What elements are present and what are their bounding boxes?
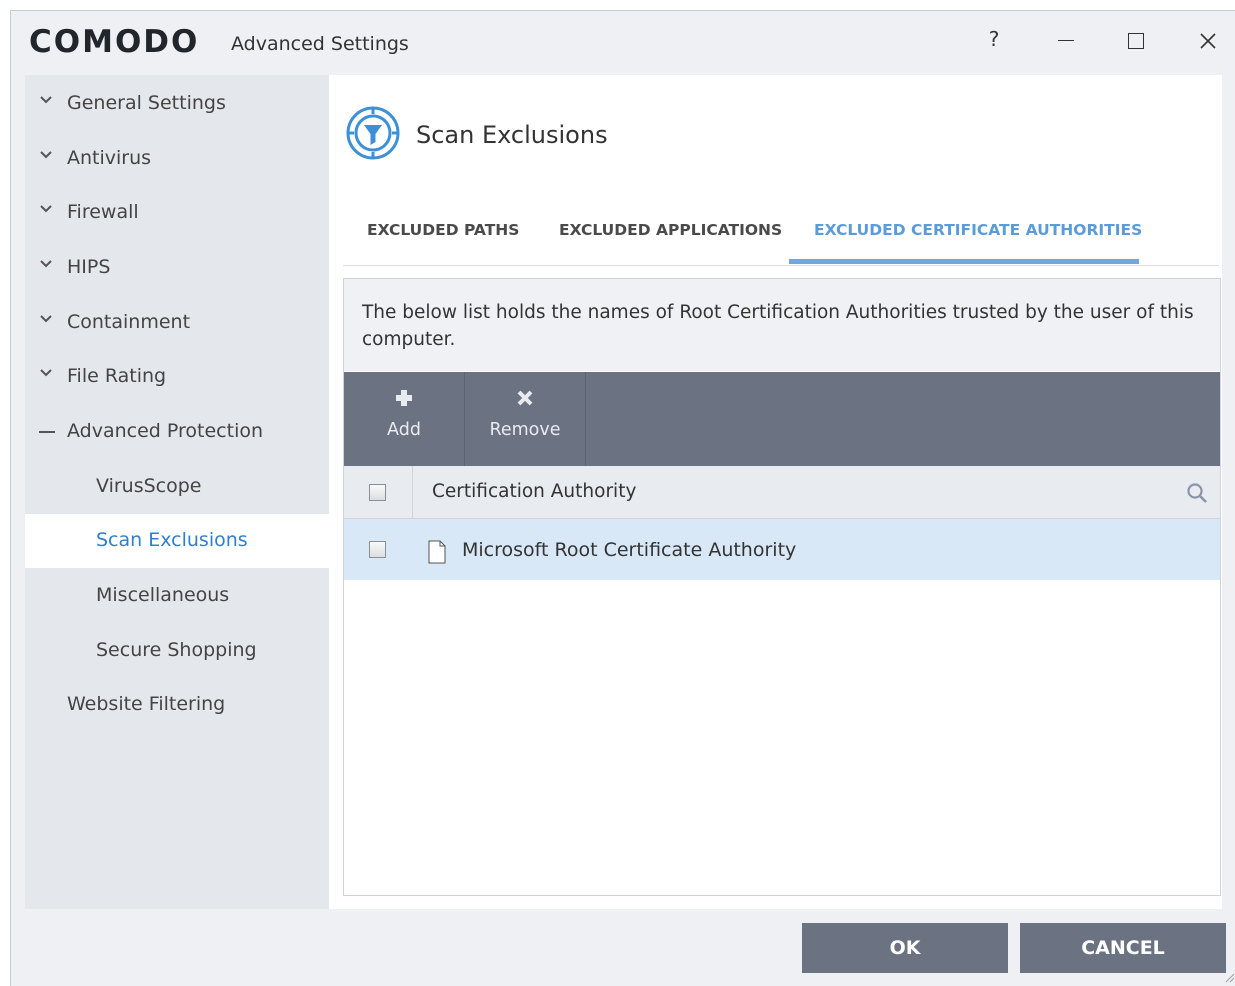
- page-title: Scan Exclusions: [416, 121, 608, 149]
- sidebar-item-secure-shopping[interactable]: Secure Shopping: [25, 624, 329, 678]
- sidebar-item-label: Firewall: [67, 201, 139, 223]
- table-header: Certification Authority: [344, 466, 1220, 519]
- scan-exclusions-icon: [346, 106, 400, 160]
- resize-grip-icon[interactable]: [1223, 971, 1235, 983]
- exclusions-content: The below list holds the names of Root C…: [343, 278, 1221, 896]
- sidebar-item-antivirus[interactable]: Antivirus: [25, 132, 329, 186]
- sidebar-item-label: VirusScope: [96, 475, 202, 497]
- description-text: The below list holds the names of Root C…: [362, 302, 1194, 350]
- sidebar-item-hips[interactable]: HIPS: [25, 241, 329, 295]
- chevron-down-icon: [40, 315, 52, 323]
- settings-sidebar: General Settings Antivirus Firewall HIPS…: [25, 75, 329, 909]
- ok-button[interactable]: OK: [802, 923, 1008, 973]
- sidebar-item-general-settings[interactable]: General Settings: [25, 77, 329, 131]
- remove-x-icon: [517, 390, 533, 406]
- description-panel: The below list holds the names of Root C…: [344, 279, 1220, 371]
- sidebar-item-file-rating[interactable]: File Rating: [25, 350, 329, 404]
- add-button[interactable]: Add: [344, 372, 465, 466]
- chevron-down-icon: [40, 205, 52, 213]
- table-row[interactable]: Microsoft Root Certificate Authority: [344, 519, 1220, 580]
- sidebar-item-label: Secure Shopping: [96, 639, 257, 661]
- sidebar-item-scan-exclusions[interactable]: Scan Exclusions: [25, 514, 329, 568]
- chevron-down-icon: [40, 96, 52, 104]
- sidebar-item-website-filtering[interactable]: Website Filtering: [25, 678, 329, 732]
- sidebar-item-label: Scan Exclusions: [96, 529, 248, 551]
- plus-icon: [396, 390, 412, 406]
- sidebar-item-label: Antivirus: [67, 147, 152, 169]
- collapse-icon: [39, 431, 55, 433]
- minimize-icon: [1058, 39, 1074, 42]
- advanced-settings-window: COMODO Advanced Settings ? General Setti…: [10, 10, 1235, 986]
- tab-bar: EXCLUDED PATHS EXCLUDED APPLICATIONS EXC…: [343, 201, 1219, 266]
- sidebar-item-label: File Rating: [67, 365, 167, 387]
- sidebar-item-label: Advanced Protection: [67, 420, 264, 442]
- close-icon: [1200, 32, 1216, 49]
- column-header-certification-authority[interactable]: Certification Authority: [432, 481, 636, 502]
- add-button-label: Add: [387, 420, 421, 440]
- sidebar-item-miscellaneous[interactable]: Miscellaneous: [25, 569, 329, 623]
- cancel-button[interactable]: CANCEL: [1020, 923, 1226, 973]
- sidebar-item-label: HIPS: [67, 256, 111, 278]
- search-icon[interactable]: [1186, 482, 1208, 504]
- tab-excluded-certificate-authorities[interactable]: EXCLUDED CERTIFICATE AUTHORITIES: [814, 215, 1142, 265]
- row-checkbox[interactable]: [369, 541, 386, 558]
- chevron-down-icon: [40, 151, 52, 159]
- maximize-button[interactable]: [1111, 19, 1161, 59]
- tab-excluded-paths[interactable]: EXCLUDED PATHS: [367, 215, 519, 265]
- chevron-down-icon: [40, 369, 52, 377]
- minimize-button[interactable]: [1041, 19, 1091, 59]
- active-tab-indicator: [789, 259, 1139, 264]
- column-divider: [412, 466, 413, 518]
- sidebar-item-firewall[interactable]: Firewall: [25, 186, 329, 240]
- tab-excluded-applications[interactable]: EXCLUDED APPLICATIONS: [559, 215, 782, 265]
- table-toolbar: Add Remove: [344, 372, 1220, 466]
- file-icon: [428, 540, 446, 564]
- sidebar-item-label: Miscellaneous: [96, 584, 230, 606]
- maximize-icon: [1128, 32, 1144, 49]
- remove-button-label: Remove: [489, 420, 561, 440]
- close-button[interactable]: [1183, 19, 1233, 59]
- row-certificate-name: Microsoft Root Certificate Authority: [462, 539, 797, 561]
- sidebar-item-containment[interactable]: Containment: [25, 296, 329, 350]
- chevron-down-icon: [40, 260, 52, 268]
- main-panel: Scan Exclusions EXCLUDED PATHS EXCLUDED …: [329, 75, 1222, 909]
- comodo-logo: COMODO: [29, 24, 200, 60]
- sidebar-item-label: Containment: [67, 311, 191, 333]
- sidebar-item-label: Website Filtering: [67, 693, 226, 715]
- select-all-checkbox[interactable]: [369, 484, 386, 501]
- title-bar[interactable]: COMODO Advanced Settings ?: [11, 11, 1235, 75]
- window-title: Advanced Settings: [231, 33, 409, 55]
- sidebar-item-virusscope[interactable]: VirusScope: [25, 460, 329, 514]
- help-button[interactable]: ?: [969, 19, 1019, 59]
- sidebar-item-advanced-protection[interactable]: Advanced Protection: [25, 405, 329, 459]
- sidebar-item-label: General Settings: [67, 92, 226, 114]
- remove-button[interactable]: Remove: [465, 372, 586, 466]
